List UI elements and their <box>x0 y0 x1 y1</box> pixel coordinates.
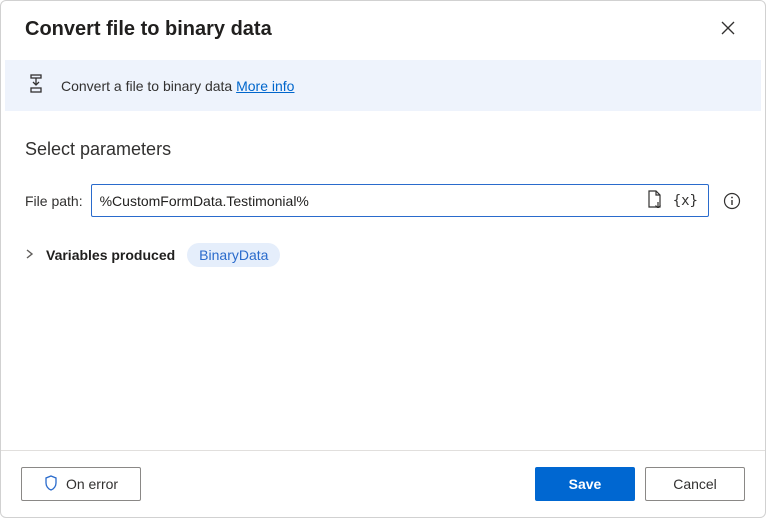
footer-right: Save Cancel <box>535 467 745 501</box>
more-info-link[interactable]: More info <box>236 78 294 94</box>
file-icon <box>647 190 663 211</box>
close-icon <box>721 21 735 38</box>
variable-icon: {x} <box>673 193 698 209</box>
banner-text: Convert a file to binary data More info <box>61 78 294 94</box>
info-button[interactable] <box>723 192 741 210</box>
cancel-button[interactable]: Cancel <box>645 467 745 501</box>
file-path-label: File path: <box>25 193 83 209</box>
banner-description: Convert a file to binary data <box>61 78 236 94</box>
file-path-input-wrap: {x} <box>91 184 709 217</box>
shield-icon <box>44 475 58 494</box>
insert-variable-button[interactable]: {x} <box>671 191 700 211</box>
dialog-header: Convert file to binary data <box>1 1 765 54</box>
dialog-footer: On error Save Cancel <box>1 450 765 517</box>
section-title: Select parameters <box>25 139 741 160</box>
chevron-right-icon <box>25 248 34 262</box>
input-inline-icons: {x} <box>641 188 708 213</box>
close-button[interactable] <box>715 15 741 44</box>
variable-pill[interactable]: BinaryData <box>187 243 280 267</box>
cancel-label: Cancel <box>673 476 717 492</box>
variables-produced-label: Variables produced <box>46 247 175 263</box>
info-banner: Convert a file to binary data More info <box>5 60 761 111</box>
dialog-content: Select parameters File path: <box>1 111 765 450</box>
on-error-button[interactable]: On error <box>21 467 141 501</box>
on-error-label: On error <box>66 476 118 492</box>
save-label: Save <box>569 476 602 492</box>
file-picker-button[interactable] <box>645 188 665 213</box>
save-button[interactable]: Save <box>535 467 635 501</box>
file-path-row: File path: {x} <box>25 184 741 217</box>
file-path-input[interactable] <box>92 193 641 209</box>
variables-produced-toggle[interactable]: Variables produced BinaryData <box>25 243 741 267</box>
action-icon <box>29 74 47 97</box>
dialog-title: Convert file to binary data <box>25 18 272 41</box>
